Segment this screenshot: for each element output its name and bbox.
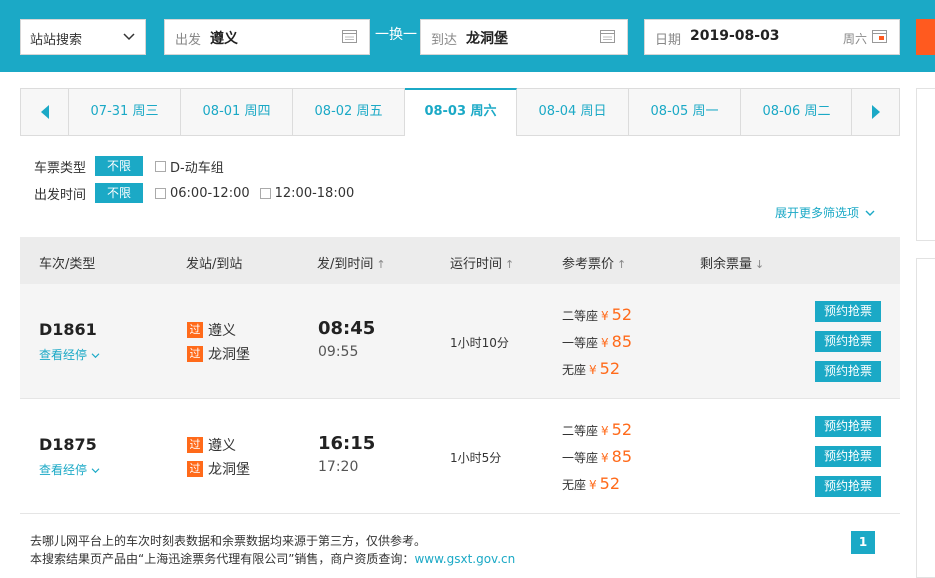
filter-ticket-type: 车票类型 不限 D-动车组 bbox=[34, 156, 234, 176]
book-button[interactable]: 预约抢票 bbox=[815, 361, 881, 382]
date-field[interactable]: 日期 2019-08-03 周六 bbox=[644, 19, 900, 55]
pass-through-tag: 过 bbox=[187, 437, 203, 453]
from-label: 出发 bbox=[175, 33, 202, 48]
price-line: 二等座 ¥52 bbox=[562, 305, 633, 324]
filter-option-morning[interactable]: 06:00-12:00 bbox=[155, 186, 250, 201]
depart-time: 16:15 bbox=[318, 433, 376, 454]
table-row: D1875 查看经停 过遵义 过龙洞堡 16:15 17:20 1小时5分 二等… bbox=[20, 399, 900, 514]
col-stations: 发站/到站 bbox=[186, 257, 243, 272]
expand-filters-link[interactable]: 展开更多筛选项 bbox=[775, 204, 875, 221]
sort-up-icon: ↑ bbox=[617, 258, 627, 271]
book-button[interactable]: 预约抢票 bbox=[815, 446, 881, 467]
from-station: 过遵义 bbox=[187, 435, 236, 455]
filter-depart-time: 出发时间 不限 06:00-12:00 12:00-18:00 bbox=[34, 183, 364, 203]
price-line: 一等座 ¥85 bbox=[562, 447, 633, 466]
filter-any-pill[interactable]: 不限 bbox=[95, 183, 143, 203]
filter-option-afternoon[interactable]: 12:00-18:00 bbox=[259, 186, 354, 201]
price-line: 二等座 ¥52 bbox=[562, 420, 633, 439]
to-station: 过龙洞堡 bbox=[187, 459, 250, 479]
price-line: 无座 ¥52 bbox=[562, 359, 621, 378]
arrive-time: 09:55 bbox=[318, 344, 359, 360]
license-link[interactable]: www.gsxt.gov.cn bbox=[414, 552, 515, 566]
date-tab[interactable]: 08-05 周一 bbox=[629, 89, 741, 135]
filter-label: 出发时间 bbox=[34, 187, 87, 203]
sort-up-icon: ↑ bbox=[376, 258, 386, 271]
col-remaining[interactable]: 剩余票量 ↓ bbox=[700, 253, 764, 272]
col-train: 车次/类型 bbox=[39, 257, 96, 272]
date-value: 2019-08-03 bbox=[690, 28, 780, 44]
book-button[interactable]: 预约抢票 bbox=[815, 331, 881, 352]
train-number: D1861 bbox=[39, 320, 97, 339]
depart-time: 08:45 bbox=[318, 318, 376, 339]
col-duration[interactable]: 运行时间 ↑ bbox=[450, 253, 514, 272]
chevron-down-icon bbox=[123, 33, 135, 41]
pass-through-tag: 过 bbox=[187, 461, 203, 477]
from-station: 过遵义 bbox=[187, 320, 236, 340]
sort-up-icon: ↑ bbox=[505, 258, 515, 271]
price-line: 无座 ¥52 bbox=[562, 474, 621, 493]
pass-through-tag: 过 bbox=[187, 346, 203, 362]
date-tab[interactable]: 08-04 周日 bbox=[517, 89, 629, 135]
side-panel bbox=[916, 88, 935, 241]
chevron-down-icon bbox=[91, 353, 100, 359]
to-station-field[interactable]: 到达 龙洞堡 bbox=[420, 19, 628, 55]
side-panel bbox=[916, 258, 935, 578]
pagination-page[interactable]: 1 bbox=[851, 531, 875, 554]
from-station-value: 遵义 bbox=[210, 31, 238, 47]
filter-any-pill[interactable]: 不限 bbox=[95, 156, 143, 176]
checkbox-icon bbox=[259, 187, 271, 199]
checkbox-icon bbox=[155, 160, 166, 172]
arrive-time: 17:20 bbox=[318, 459, 359, 475]
view-stops-link[interactable]: 查看经停 bbox=[39, 461, 100, 478]
duration: 1小时5分 bbox=[450, 451, 502, 465]
table-header: 车次/类型 发站/到站 发/到时间 ↑ 运行时间 ↑ 参考票价 ↑ 剩余票量 ↓ bbox=[20, 237, 900, 284]
list-icon[interactable] bbox=[600, 30, 615, 43]
search-mode-select[interactable]: 站站搜索 bbox=[20, 19, 146, 55]
col-time[interactable]: 发/到时间 ↑ bbox=[317, 253, 386, 272]
table-row: D1861 查看经停 过遵义 过龙洞堡 08:45 09:55 1小时10分 二… bbox=[20, 284, 900, 399]
arrow-right-icon bbox=[871, 105, 880, 119]
date-tab[interactable]: 08-02 周五 bbox=[293, 89, 405, 135]
date-weekday: 周六 bbox=[842, 32, 867, 46]
search-button[interactable] bbox=[916, 19, 935, 55]
next-date-button[interactable] bbox=[851, 89, 899, 135]
disclaimer-line: 去哪儿网平台上的车次时刻表数据和余票数据均来源于第三方，仅供参考。 bbox=[30, 534, 427, 548]
filter-label: 车票类型 bbox=[34, 160, 87, 176]
pass-through-tag: 过 bbox=[187, 322, 203, 338]
date-tab[interactable]: 08-06 周二 bbox=[741, 89, 853, 135]
arrow-left-icon bbox=[40, 105, 49, 119]
calendar-icon[interactable] bbox=[872, 30, 887, 43]
list-icon[interactable] bbox=[342, 30, 357, 43]
sort-down-icon: ↓ bbox=[755, 258, 765, 271]
date-tab-active[interactable]: 08-03 周六 bbox=[405, 88, 517, 136]
swap-stations-button[interactable]: 一换一 bbox=[375, 24, 417, 44]
view-stops-link[interactable]: 查看经停 bbox=[39, 346, 100, 363]
duration: 1小时10分 bbox=[450, 336, 509, 350]
filter-option-d-train[interactable]: D-动车组 bbox=[155, 157, 224, 176]
to-station-value: 龙洞堡 bbox=[466, 31, 508, 47]
from-station-field[interactable]: 出发 遵义 bbox=[164, 19, 370, 55]
date-tabs: 07-31 周三 08-01 周四 08-02 周五 08-03 周六 08-0… bbox=[20, 88, 900, 136]
train-number: D1875 bbox=[39, 435, 97, 454]
date-tab[interactable]: 07-31 周三 bbox=[69, 89, 181, 135]
to-label: 到达 bbox=[431, 33, 458, 48]
date-tab[interactable]: 08-01 周四 bbox=[181, 89, 293, 135]
book-button[interactable]: 预约抢票 bbox=[815, 476, 881, 497]
seller-line: 本搜索结果页产品由“上海迅途票务代理有限公司”销售，商户资质查询：www.gsx… bbox=[30, 552, 516, 566]
col-price[interactable]: 参考票价 ↑ bbox=[562, 253, 626, 272]
chevron-down-icon bbox=[91, 468, 100, 474]
search-mode-value: 站站搜索 bbox=[30, 33, 83, 48]
checkbox-icon bbox=[155, 187, 166, 199]
book-button[interactable]: 预约抢票 bbox=[815, 301, 881, 322]
to-station: 过龙洞堡 bbox=[187, 344, 250, 364]
date-label: 日期 bbox=[655, 33, 682, 48]
price-line: 一等座 ¥85 bbox=[562, 332, 633, 351]
chevron-down-icon bbox=[865, 210, 875, 216]
prev-date-button[interactable] bbox=[21, 89, 69, 135]
search-bar: 站站搜索 出发 遵义 一换一 到达 龙洞堡 日期 2019-08-03 周六 bbox=[0, 0, 935, 72]
book-button[interactable]: 预约抢票 bbox=[815, 416, 881, 437]
